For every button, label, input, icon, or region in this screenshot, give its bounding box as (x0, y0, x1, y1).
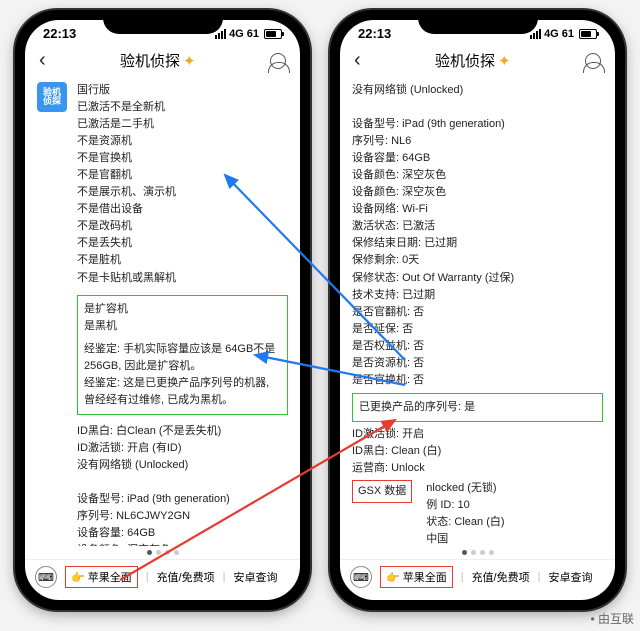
info-line: ID激活锁: 开启 (352, 426, 603, 443)
info-line: 是否延保: 否 (352, 321, 603, 338)
keyboard-icon[interactable]: ⌨ (35, 566, 57, 588)
info-line: 已激活不是全新机 (77, 99, 288, 116)
tab-apple-full[interactable]: 👉苹果全面 (380, 566, 453, 588)
info-line: 保修状态: Out Of Warranty (过保) (352, 270, 603, 287)
watermark: • 由互联 (590, 610, 634, 627)
phone-left: 22:13 4G 61 ‹ 验机侦探✦ 验机 侦探 国行版已激活不是全新机已激活… (15, 10, 310, 610)
notch (103, 10, 223, 34)
info-line: 运营商: Unlock (352, 460, 603, 477)
info-line: 设备型号: iPad (9th generation) (77, 491, 288, 508)
info-line (77, 474, 288, 491)
back-button[interactable]: ‹ (39, 49, 46, 72)
tab-credit[interactable]: 充值/免费项 (472, 569, 530, 585)
info-line: 中国 (426, 531, 504, 546)
tab-android[interactable]: 安卓查询 (548, 569, 592, 585)
gsx-label: GSX 数据 (352, 480, 412, 503)
info-line: 技术支持: 已过期 (352, 287, 603, 304)
info-line: 设备颜色: 深空灰色 (352, 167, 603, 184)
tab-apple-full[interactable]: 👉苹果全面 (65, 566, 138, 588)
info-line: 是否权益机: 否 (352, 338, 603, 355)
info-line (352, 99, 603, 116)
info-line: 不是借出设备 (77, 201, 288, 218)
info-line: 不是官翻机 (77, 167, 288, 184)
info-line: ID黑白: 白Clean (不是丢失机) (77, 423, 288, 440)
page-indicator (25, 546, 300, 559)
clock: 22:13 (43, 26, 76, 41)
info-line: 不是资源机 (77, 133, 288, 150)
chat-content-right: 没有网络锁 (Unlocked) 设备型号: iPad (9th generat… (340, 78, 615, 546)
info-line: 保修剩余: 0天 (352, 252, 603, 269)
info-line: nlocked (无锁) (426, 480, 504, 497)
notch (418, 10, 538, 34)
avatar[interactable]: 验机 侦探 (37, 82, 67, 112)
info-line: 设备网络: Wi-Fi (352, 201, 603, 218)
profile-icon[interactable] (585, 53, 601, 69)
battery-icon (264, 29, 282, 39)
info-line: 是否官换机: 否 (352, 372, 603, 389)
info-line: ID黑白: Clean (白) (352, 443, 603, 460)
info-line: ID激活锁: 开启 (有ID) (77, 440, 288, 457)
info-line: 保修结束日期: 已过期 (352, 235, 603, 252)
page-indicator (340, 546, 615, 559)
bottom-bar: ⌨ 👉苹果全面 | 充值/免费项 | 安卓查询 (340, 559, 615, 600)
nav-bar: ‹ 验机侦探✦ (25, 41, 300, 78)
info-line: 没有网络锁 (Unlocked) (352, 82, 603, 99)
back-button[interactable]: ‹ (354, 49, 361, 72)
info-line: 已激活是二手机 (77, 116, 288, 133)
info-line: 例 ID: 10 (426, 497, 504, 514)
info-line: 设备容量: 64GB (352, 150, 603, 167)
tab-android[interactable]: 安卓查询 (233, 569, 277, 585)
info-line: 不是脏机 (77, 252, 288, 269)
nav-bar: ‹ 验机侦探✦ (340, 41, 615, 78)
info-line: 不是卡贴机或黑解机 (77, 270, 288, 287)
info-line: 不是改码机 (77, 218, 288, 235)
verified-icon: ✦ (498, 52, 511, 70)
profile-icon[interactable] (270, 53, 286, 69)
info-line: 国行版 (77, 82, 288, 99)
info-line: 序列号: NL6CJWY2GN (77, 508, 288, 525)
info-line: 是否官翻机: 否 (352, 304, 603, 321)
highlight-box-left: 是扩容机 是黑机 经鉴定: 手机实际容量应该是 64GB不是256GB, 因此是… (77, 295, 288, 415)
phone-right: 22:13 4G 61 ‹ 验机侦探✦ 没有网络锁 (Unlocked) 设备型… (330, 10, 625, 610)
info-line: 没有网络锁 (Unlocked) (77, 457, 288, 474)
info-line: 不是官换机 (77, 150, 288, 167)
info-line: 状态: Clean (白) (426, 514, 504, 531)
info-line: 设备容量: 64GB (77, 525, 288, 542)
clock: 22:13 (358, 26, 391, 41)
page-title: 验机侦探 (435, 50, 495, 71)
page-title: 验机侦探 (120, 50, 180, 71)
battery-icon (579, 29, 597, 39)
info-line: 激活状态: 已激活 (352, 218, 603, 235)
verified-icon: ✦ (183, 52, 196, 70)
tab-credit[interactable]: 充值/免费项 (157, 569, 215, 585)
info-line: 序列号: NL6 (352, 133, 603, 150)
highlight-box-right: 已更换产品的序列号: 是 (352, 393, 603, 422)
keyboard-icon[interactable]: ⌨ (350, 566, 372, 588)
info-line: 不是展示机、演示机 (77, 184, 288, 201)
info-line: 设备颜色: 深空灰色 (352, 184, 603, 201)
info-line: 是否资源机: 否 (352, 355, 603, 372)
chat-content-left: 验机 侦探 国行版已激活不是全新机已激活是二手机不是资源机不是官换机不是官翻机不… (25, 78, 300, 546)
info-line: 设备型号: iPad (9th generation) (352, 116, 603, 133)
info-line: 不是丢失机 (77, 235, 288, 252)
bottom-bar: ⌨ 👉苹果全面 | 充值/免费项 | 安卓查询 (25, 559, 300, 600)
